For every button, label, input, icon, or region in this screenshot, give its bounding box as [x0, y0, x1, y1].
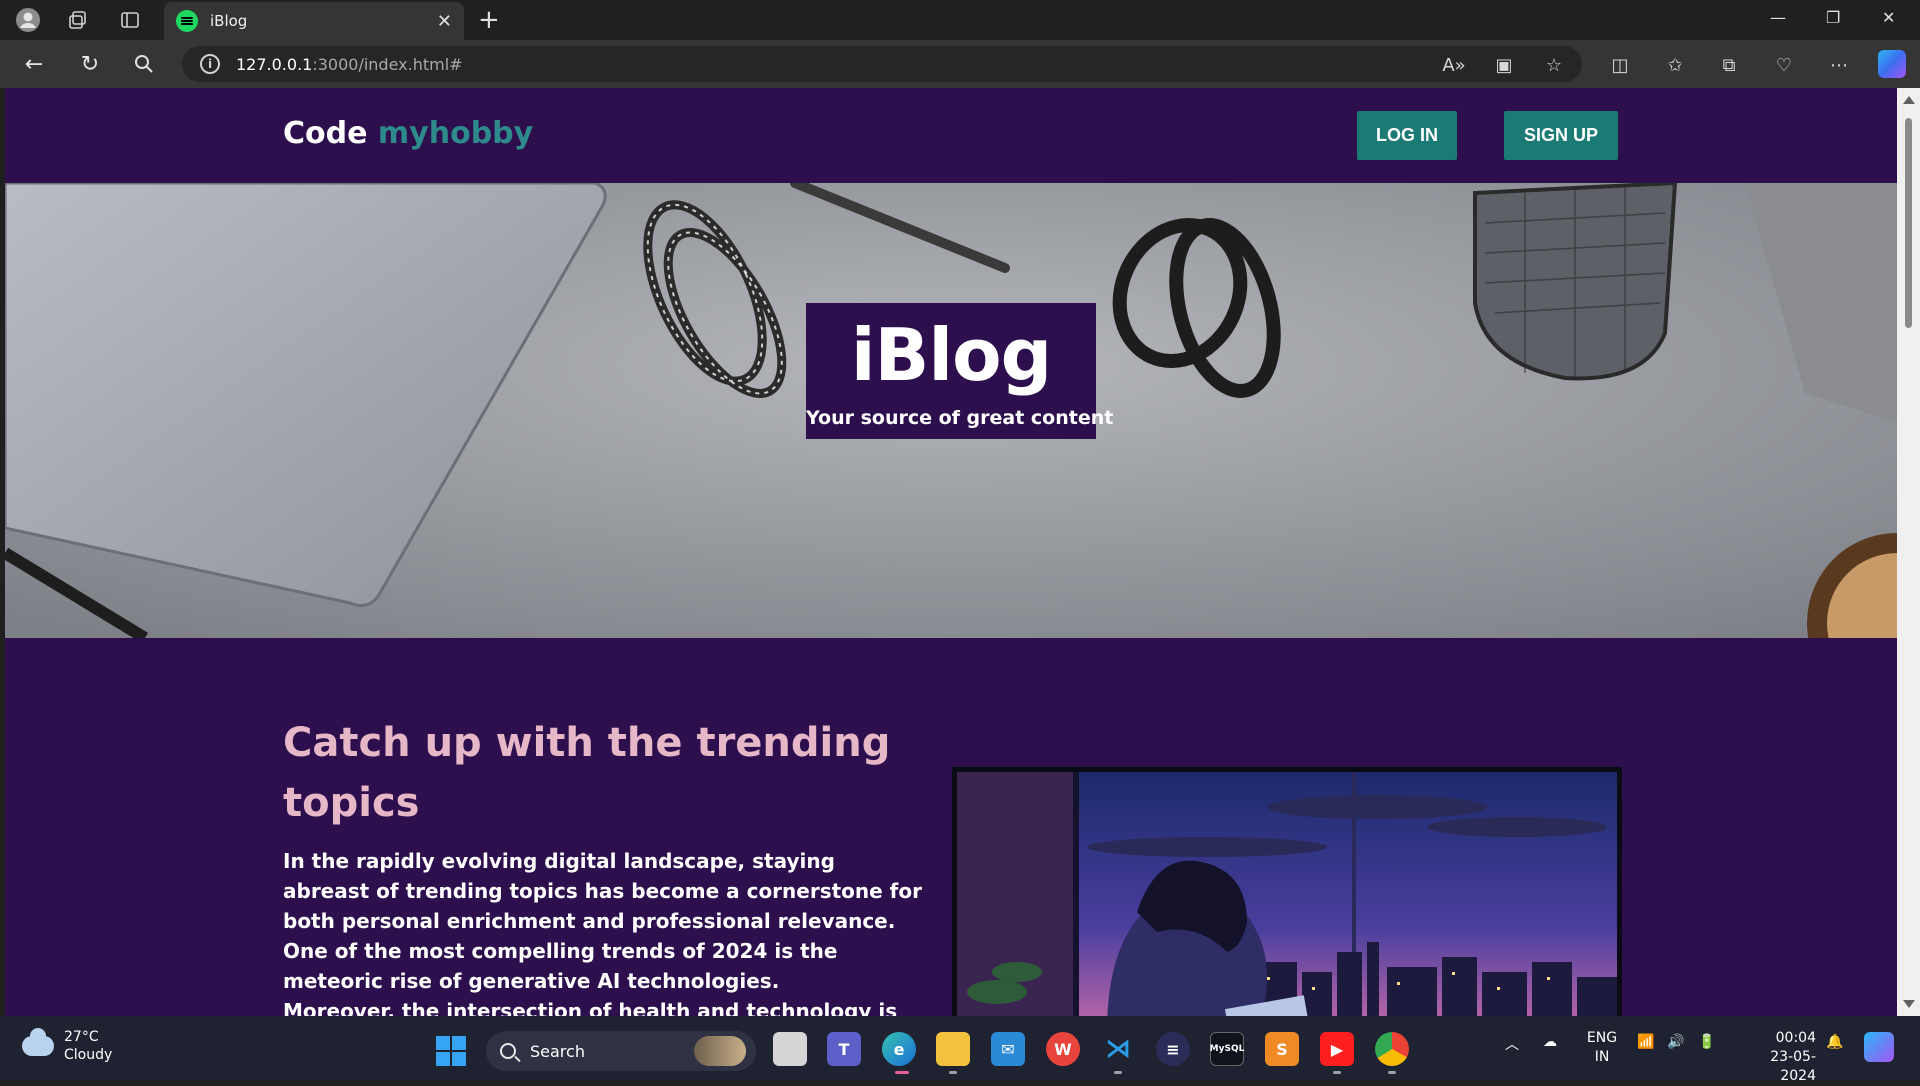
page-scrollbar[interactable]: [1897, 88, 1920, 1016]
file-explorer-icon[interactable]: [936, 1032, 970, 1066]
clock-time: 00:04: [1775, 1030, 1816, 1046]
section-text: In the rapidly evolving digital landscap…: [283, 846, 923, 1016]
search-icon[interactable]: [130, 50, 158, 78]
taskbar-search[interactable]: Search: [486, 1031, 756, 1071]
edge-icon[interactable]: e: [882, 1032, 916, 1066]
weather-desc: Cloudy: [64, 1047, 113, 1063]
restore-icon[interactable]: ❐: [1826, 8, 1840, 27]
site-navbar: Code myhobby LOG IN SIGN UP: [5, 88, 1897, 183]
windows-taskbar: 27°C Cloudy Search T e ✉ W ⋊ ≡ MySQL S ▶…: [0, 1016, 1920, 1084]
lang-region: IN: [1594, 1049, 1610, 1065]
lofi-illustration-image: [952, 767, 1622, 1016]
task-view-icon[interactable]: [773, 1032, 807, 1066]
section-heading: Catch up with the trending topics: [283, 720, 891, 826]
wifi-icon[interactable]: 📶: [1637, 1034, 1654, 1050]
address-toolbar: ← ↻ i 127.0.0.1:3000/index.html# A» ▣ ☆ …: [0, 40, 1920, 88]
close-tab-icon[interactable]: ✕: [437, 11, 452, 32]
immersive-reader-icon[interactable]: ▣: [1491, 52, 1517, 78]
scroll-up-icon[interactable]: [1903, 96, 1915, 104]
collections-icon[interactable]: ⧉: [1716, 52, 1742, 78]
wps-office-icon[interactable]: W: [1046, 1032, 1080, 1066]
teams-icon[interactable]: T: [827, 1032, 861, 1066]
windows-start-icon[interactable]: [436, 1036, 466, 1066]
show-hidden-icons-icon[interactable]: ︿: [1505, 1034, 1519, 1054]
page-viewport: Code myhobby LOG IN SIGN UP iBlog Your s…: [5, 88, 1897, 1016]
url-path: :3000/index.html#: [312, 54, 463, 74]
hero-banner: iBlog Your source of great content: [5, 183, 1897, 638]
notifications-icon[interactable]: 🔔: [1826, 1034, 1843, 1050]
hero-title: iBlog: [850, 313, 1052, 397]
lang-code: ENG: [1586, 1030, 1618, 1046]
read-aloud-icon[interactable]: A»: [1441, 52, 1467, 78]
logo-main: Code: [283, 116, 378, 151]
split-screen-icon[interactable]: ◫: [1607, 52, 1633, 78]
url-field[interactable]: i 127.0.0.1:3000/index.html#: [182, 46, 1582, 82]
battery-icon[interactable]: 🔋: [1698, 1034, 1715, 1050]
signup-button[interactable]: SIGN UP: [1504, 111, 1618, 160]
mail-icon[interactable]: ✉: [991, 1032, 1025, 1066]
clock-date: 23-05-2024: [1770, 1049, 1816, 1084]
youtube-icon[interactable]: ▶: [1320, 1032, 1354, 1066]
search-label: Search: [530, 1041, 585, 1061]
search-icon: [500, 1043, 516, 1059]
eclipse-icon[interactable]: ≡: [1156, 1032, 1190, 1066]
close-window-icon[interactable]: ✕: [1882, 8, 1895, 27]
search-highlight-image: [694, 1036, 746, 1066]
clock[interactable]: 00:04 23-05-2024: [1738, 1029, 1816, 1086]
cloud-icon: [22, 1028, 54, 1056]
minimize-icon[interactable]: —: [1770, 8, 1786, 27]
browser-essentials-icon[interactable]: ♡: [1771, 52, 1797, 78]
tab-iblog[interactable]: iBlog ✕: [164, 2, 464, 40]
workspaces-icon[interactable]: [64, 6, 92, 34]
chrome-icon[interactable]: [1375, 1032, 1409, 1066]
vscode-icon[interactable]: ⋊: [1101, 1032, 1135, 1066]
onedrive-icon[interactable]: ☁: [1543, 1034, 1557, 1050]
copilot-taskbar-icon[interactable]: [1864, 1032, 1894, 1062]
spotify-favicon-icon: [176, 10, 198, 32]
paragraph-2: Moreover, the intersection of health and…: [283, 999, 898, 1016]
profile-avatar-icon[interactable]: [14, 6, 42, 34]
tab-bar: iBlog ✕ + — ❐ ✕: [0, 0, 1920, 40]
favorite-star-icon[interactable]: ☆: [1541, 52, 1567, 78]
site-logo[interactable]: Code myhobby: [283, 116, 533, 151]
favorites-icon[interactable]: ✩: [1662, 52, 1688, 78]
mysql-shell-icon[interactable]: MySQL: [1210, 1032, 1244, 1066]
url-host: 127.0.0.1: [236, 54, 313, 74]
weather-temp: 27°C: [64, 1029, 99, 1045]
language-indicator[interactable]: ENG IN: [1586, 1029, 1618, 1067]
vertical-tabs-icon[interactable]: [116, 6, 144, 34]
weather-widget[interactable]: 27°C Cloudy: [22, 1028, 112, 1064]
sublime-text-icon[interactable]: S: [1265, 1032, 1299, 1066]
new-tab-icon[interactable]: +: [478, 6, 500, 34]
paragraph-1: In the rapidly evolving digital landscap…: [283, 849, 922, 993]
hero-title-box: iBlog Your source of great content: [806, 303, 1114, 439]
copilot-icon[interactable]: [1878, 50, 1906, 78]
login-button[interactable]: LOG IN: [1357, 111, 1457, 160]
hero-subtitle: Your source of great content: [806, 407, 1114, 429]
refresh-icon[interactable]: ↻: [76, 50, 104, 78]
back-icon[interactable]: ←: [20, 50, 48, 78]
tab-title: iBlog: [210, 12, 248, 30]
more-menu-icon[interactable]: ⋯: [1826, 52, 1852, 78]
scroll-thumb[interactable]: [1905, 118, 1912, 328]
scroll-down-icon[interactable]: [1903, 1000, 1915, 1008]
logo-accent: myhobby: [377, 116, 534, 151]
site-info-icon[interactable]: i: [200, 54, 220, 74]
volume-icon[interactable]: 🔊: [1667, 1034, 1684, 1050]
